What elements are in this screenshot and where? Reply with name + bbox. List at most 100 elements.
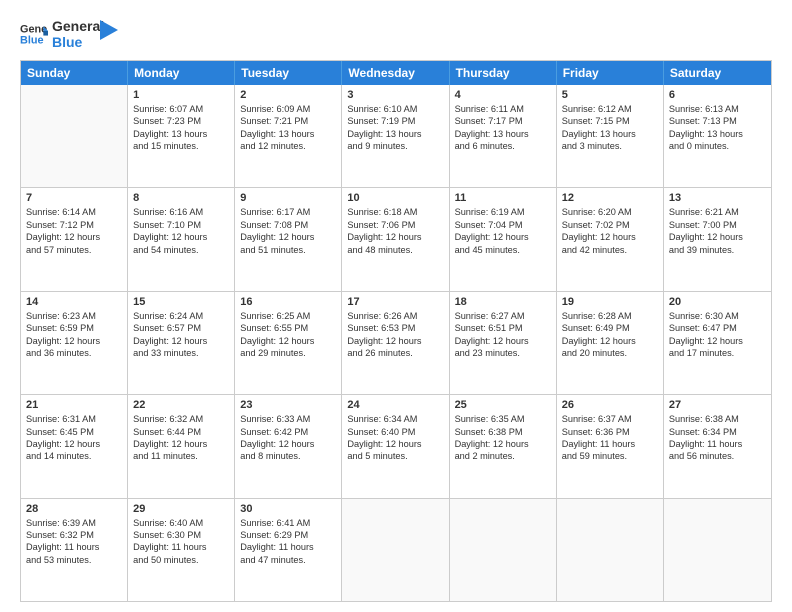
logo-line1: General — [52, 18, 104, 34]
day-number: 2 — [240, 89, 336, 101]
cell-info-line: and 51 minutes. — [240, 244, 336, 256]
cell-info-line: Daylight: 12 hours — [455, 438, 551, 450]
cell-info-line: Sunset: 7:04 PM — [455, 219, 551, 231]
cell-info-line: Sunset: 6:38 PM — [455, 426, 551, 438]
cell-info-line: Sunset: 6:42 PM — [240, 426, 336, 438]
cell-info-line: Sunrise: 6:17 AM — [240, 206, 336, 218]
cell-info-line: Sunrise: 6:35 AM — [455, 413, 551, 425]
day-number: 17 — [347, 296, 443, 308]
cell-info-line: and 54 minutes. — [133, 244, 229, 256]
day-number: 1 — [133, 89, 229, 101]
cell-info-line: Sunset: 7:17 PM — [455, 115, 551, 127]
day-number: 13 — [669, 192, 766, 204]
cell-info-line: and 56 minutes. — [669, 450, 766, 462]
cell-info-line: Sunset: 6:59 PM — [26, 322, 122, 334]
cell-info-line: Daylight: 13 hours — [133, 128, 229, 140]
cell-info-line: Daylight: 12 hours — [26, 438, 122, 450]
cell-info-line: Sunset: 7:19 PM — [347, 115, 443, 127]
cell-info-line: and 14 minutes. — [26, 450, 122, 462]
cal-week-3: 14Sunrise: 6:23 AMSunset: 6:59 PMDayligh… — [21, 292, 771, 395]
cal-cell: 28Sunrise: 6:39 AMSunset: 6:32 PMDayligh… — [21, 499, 128, 601]
cal-cell: 7Sunrise: 6:14 AMSunset: 7:12 PMDaylight… — [21, 188, 128, 290]
cell-info-line: Sunset: 6:51 PM — [455, 322, 551, 334]
cell-info-line: Daylight: 12 hours — [455, 231, 551, 243]
cell-info-line: Sunset: 6:47 PM — [669, 322, 766, 334]
cal-cell: 21Sunrise: 6:31 AMSunset: 6:45 PMDayligh… — [21, 395, 128, 497]
cell-info-line: Daylight: 12 hours — [26, 335, 122, 347]
cal-cell: 13Sunrise: 6:21 AMSunset: 7:00 PMDayligh… — [664, 188, 771, 290]
cell-info-line: Sunrise: 6:12 AM — [562, 103, 658, 115]
cell-info-line: Sunset: 6:40 PM — [347, 426, 443, 438]
cell-info-line: Sunrise: 6:33 AM — [240, 413, 336, 425]
cell-info-line: and 15 minutes. — [133, 140, 229, 152]
cal-cell: 1Sunrise: 6:07 AMSunset: 7:23 PMDaylight… — [128, 85, 235, 187]
cell-info-line: Daylight: 11 hours — [133, 541, 229, 553]
cell-info-line: Sunset: 6:34 PM — [669, 426, 766, 438]
cell-info-line: Sunset: 7:21 PM — [240, 115, 336, 127]
cal-cell: 24Sunrise: 6:34 AMSunset: 6:40 PMDayligh… — [342, 395, 449, 497]
cell-info-line: Sunset: 7:10 PM — [133, 219, 229, 231]
cell-info-line: Sunrise: 6:25 AM — [240, 310, 336, 322]
cal-cell: 27Sunrise: 6:38 AMSunset: 6:34 PMDayligh… — [664, 395, 771, 497]
cell-info-line: and 47 minutes. — [240, 554, 336, 566]
cell-info-line: and 6 minutes. — [455, 140, 551, 152]
cal-cell: 15Sunrise: 6:24 AMSunset: 6:57 PMDayligh… — [128, 292, 235, 394]
cal-cell: 12Sunrise: 6:20 AMSunset: 7:02 PMDayligh… — [557, 188, 664, 290]
cal-cell: 10Sunrise: 6:18 AMSunset: 7:06 PMDayligh… — [342, 188, 449, 290]
cell-info-line: Sunset: 7:13 PM — [669, 115, 766, 127]
cell-info-line: and 2 minutes. — [455, 450, 551, 462]
cell-info-line: Sunrise: 6:07 AM — [133, 103, 229, 115]
cell-info-line: and 53 minutes. — [26, 554, 122, 566]
day-number: 10 — [347, 192, 443, 204]
cal-header-wednesday: Wednesday — [342, 61, 449, 85]
cell-info-line: and 3 minutes. — [562, 140, 658, 152]
cell-info-line: Sunset: 6:29 PM — [240, 529, 336, 541]
cell-info-line: and 17 minutes. — [669, 347, 766, 359]
cell-info-line: Sunset: 6:49 PM — [562, 322, 658, 334]
cell-info-line: Daylight: 12 hours — [669, 335, 766, 347]
cal-cell: 19Sunrise: 6:28 AMSunset: 6:49 PMDayligh… — [557, 292, 664, 394]
cell-info-line: Sunset: 7:15 PM — [562, 115, 658, 127]
cell-info-line: Daylight: 12 hours — [133, 335, 229, 347]
cell-info-line: Daylight: 12 hours — [562, 231, 658, 243]
cell-info-line: Sunset: 7:08 PM — [240, 219, 336, 231]
cell-info-line: Sunrise: 6:09 AM — [240, 103, 336, 115]
logo-arrow-icon — [100, 20, 118, 40]
cal-cell: 5Sunrise: 6:12 AMSunset: 7:15 PMDaylight… — [557, 85, 664, 187]
day-number: 15 — [133, 296, 229, 308]
cal-header-friday: Friday — [557, 61, 664, 85]
cell-info-line: Sunrise: 6:37 AM — [562, 413, 658, 425]
cell-info-line: Sunrise: 6:24 AM — [133, 310, 229, 322]
logo-line2: Blue — [52, 34, 104, 50]
cell-info-line: Sunset: 6:45 PM — [26, 426, 122, 438]
cell-info-line: Sunrise: 6:16 AM — [133, 206, 229, 218]
cell-info-line: Sunrise: 6:31 AM — [26, 413, 122, 425]
cal-header-saturday: Saturday — [664, 61, 771, 85]
cell-info-line: Sunrise: 6:38 AM — [669, 413, 766, 425]
cal-cell: 20Sunrise: 6:30 AMSunset: 6:47 PMDayligh… — [664, 292, 771, 394]
cell-info-line: Sunset: 6:30 PM — [133, 529, 229, 541]
day-number: 12 — [562, 192, 658, 204]
cell-info-line: Daylight: 13 hours — [562, 128, 658, 140]
day-number: 24 — [347, 399, 443, 411]
cal-cell — [664, 499, 771, 601]
cell-info-line: Sunset: 6:53 PM — [347, 322, 443, 334]
day-number: 23 — [240, 399, 336, 411]
cal-cell — [21, 85, 128, 187]
cell-info-line: Daylight: 12 hours — [347, 335, 443, 347]
cell-info-line: Sunrise: 6:20 AM — [562, 206, 658, 218]
cell-info-line: and 45 minutes. — [455, 244, 551, 256]
cell-info-line: and 29 minutes. — [240, 347, 336, 359]
cell-info-line: Daylight: 11 hours — [669, 438, 766, 450]
cell-info-line: and 36 minutes. — [26, 347, 122, 359]
cal-header-sunday: Sunday — [21, 61, 128, 85]
day-number: 4 — [455, 89, 551, 101]
cell-info-line: Daylight: 11 hours — [562, 438, 658, 450]
cal-cell — [342, 499, 449, 601]
day-number: 14 — [26, 296, 122, 308]
cell-info-line: Sunrise: 6:30 AM — [669, 310, 766, 322]
logo: General Blue General Blue — [20, 18, 118, 50]
cal-week-5: 28Sunrise: 6:39 AMSunset: 6:32 PMDayligh… — [21, 499, 771, 601]
cal-cell: 26Sunrise: 6:37 AMSunset: 6:36 PMDayligh… — [557, 395, 664, 497]
cell-info-line: and 11 minutes. — [133, 450, 229, 462]
